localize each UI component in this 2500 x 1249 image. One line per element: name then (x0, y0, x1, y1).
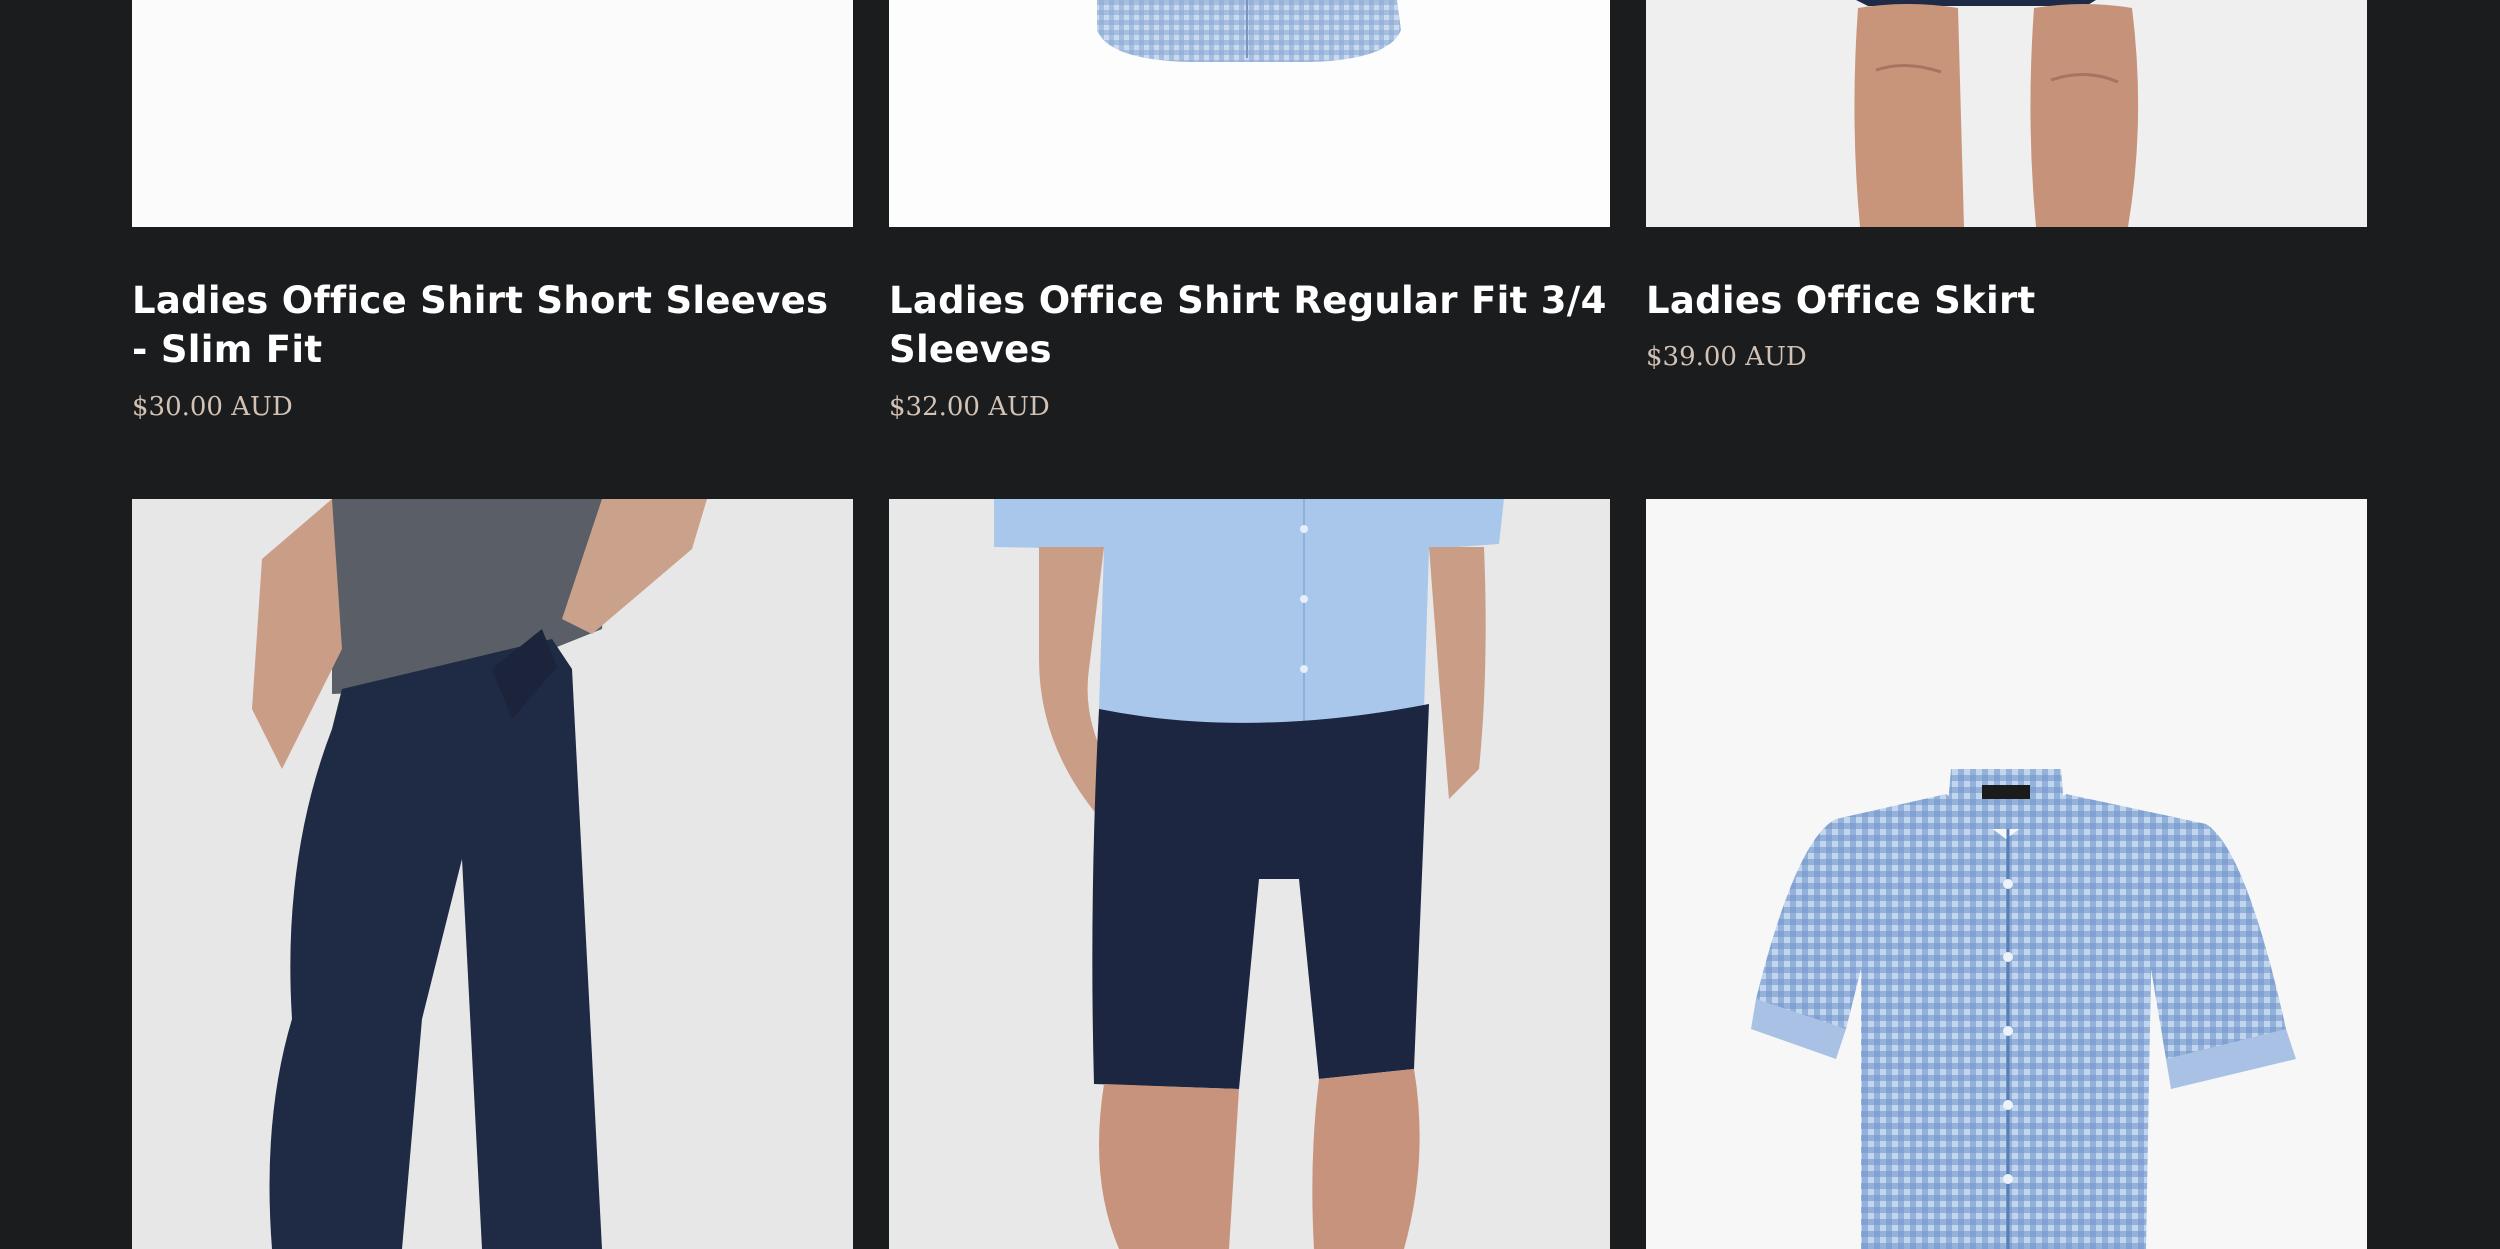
product-price: $39.00 AUD (1646, 342, 1807, 372)
product-price: $30.00 AUD (132, 392, 293, 422)
product-image[interactable] (132, 499, 853, 1249)
product-image[interactable] (1646, 499, 2367, 1249)
product-card[interactable]: Ladies Office Skirt $39.00 AUD (1646, 0, 2367, 440)
product-image[interactable] (1646, 0, 2367, 227)
product-image[interactable] (889, 0, 1610, 227)
product-card[interactable]: Ladies Office Shirt Regular Fit 3/4 Slee… (889, 0, 1610, 440)
product-title[interactable]: Ladies Office Shirt Short Sleeves - Slim… (132, 276, 853, 374)
product-card[interactable] (132, 499, 853, 1249)
product-card[interactable] (1646, 499, 2367, 1249)
product-image[interactable] (132, 0, 853, 227)
product-image[interactable] (889, 499, 1610, 1249)
product-card[interactable] (889, 499, 1610, 1249)
product-title[interactable]: Ladies Office Skirt (1646, 276, 2367, 325)
product-card[interactable]: Ladies Office Shirt Short Sleeves - Slim… (132, 0, 853, 440)
product-title[interactable]: Ladies Office Shirt Regular Fit 3/4 Slee… (889, 276, 1610, 374)
product-price: $32.00 AUD (889, 392, 1050, 422)
